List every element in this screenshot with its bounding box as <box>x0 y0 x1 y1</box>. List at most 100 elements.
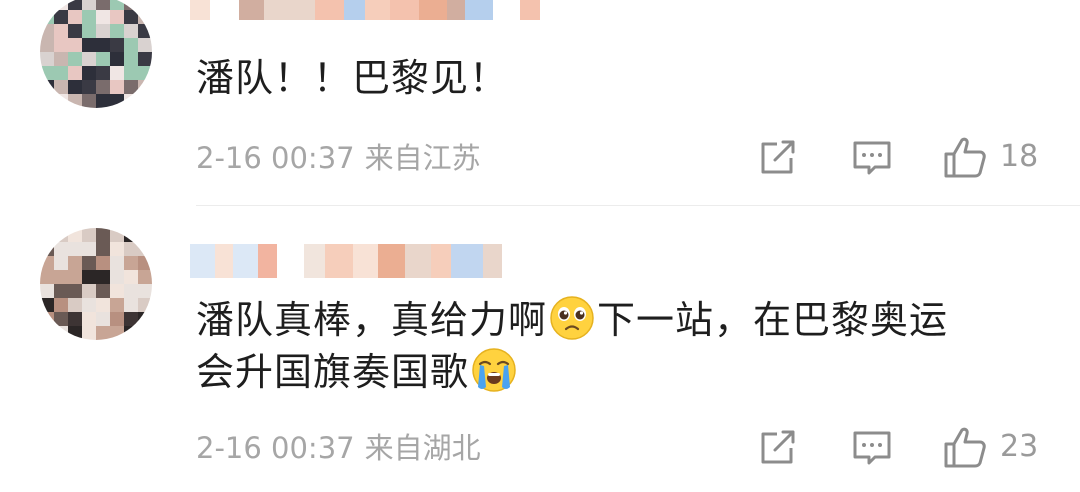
username-mosaic-cell <box>263 0 294 20</box>
avatar-mosaic-cell <box>96 38 110 52</box>
avatar-mosaic-cell <box>96 270 110 284</box>
avatar-mosaic-cell <box>124 80 138 94</box>
avatar-mosaic-cell <box>124 228 138 242</box>
comment-meta: 2-16 00:37 来自江苏 <box>196 138 491 178</box>
avatar-mosaic-cell <box>54 228 68 242</box>
avatar-mosaic-cell <box>138 94 152 108</box>
avatar-mosaic-cell <box>110 284 124 298</box>
avatar-mosaic-cell <box>110 38 124 52</box>
username-mosaic-cell <box>364 0 391 20</box>
avatar-mosaic-cell <box>110 228 124 242</box>
avatar[interactable] <box>40 228 152 340</box>
avatar-mosaic-cell <box>40 80 54 94</box>
avatar-mosaic-cell <box>110 298 124 312</box>
avatar-mosaic-cell <box>82 38 96 52</box>
avatar-mosaic-cell <box>96 10 110 24</box>
avatar-mosaic-cell <box>68 298 82 312</box>
avatar-mosaic-cell <box>110 52 124 66</box>
avatar-mosaic-cell <box>82 52 96 66</box>
avatar-mosaic-cell <box>82 312 96 326</box>
avatar-mosaic-cell <box>82 284 96 298</box>
thumbs-up-icon <box>944 137 986 178</box>
avatar-mosaic-cell <box>138 270 152 284</box>
avatar-mosaic-cell <box>54 66 68 80</box>
avatar-mosaic-cell <box>82 270 96 284</box>
username-mosaic-cell <box>293 0 315 20</box>
avatar-mosaic-cell <box>54 326 68 340</box>
avatar-mosaic-cell <box>68 284 82 298</box>
avatar-mosaic-cell <box>54 24 68 38</box>
share-button[interactable] <box>757 428 799 468</box>
like-count: 18 <box>1000 139 1039 174</box>
username-blurred[interactable] <box>190 0 540 20</box>
avatar-mosaic-cell <box>124 284 138 298</box>
avatar-mosaic-cell <box>82 228 96 242</box>
crying-face-emoji <box>472 348 516 392</box>
comment-text-part: 会升国旗奏国歌 <box>196 350 470 394</box>
avatar-mosaic-cell <box>138 0 152 10</box>
username-mosaic-cell <box>450 244 484 278</box>
reply-button[interactable] <box>851 428 893 468</box>
avatar-mosaic-cell <box>82 298 96 312</box>
avatar-mosaic-cell <box>68 270 82 284</box>
comment-text: 潘队真棒，真给力啊 下一站，在巴黎奥运 会升国旗奏国歌 <box>196 294 948 398</box>
username-mosaic-cell <box>190 244 215 278</box>
share-button[interactable] <box>757 138 799 178</box>
avatar-mosaic-cell <box>82 66 96 80</box>
avatar-mosaic-cell <box>124 94 138 108</box>
avatar-mosaic-cell <box>96 298 110 312</box>
avatar-mosaic-cell <box>124 38 138 52</box>
username-mosaic-cell <box>214 244 234 278</box>
avatar-mosaic-cell <box>138 298 152 312</box>
avatar-mosaic-cell <box>96 94 110 108</box>
avatar-mosaic-cell <box>54 256 68 270</box>
username-blurred[interactable] <box>190 244 502 278</box>
like-button[interactable]: 18 <box>942 134 1038 180</box>
avatar-mosaic-cell <box>124 256 138 270</box>
username-mosaic-cell <box>418 0 447 20</box>
avatar-mosaic-cell <box>40 242 54 256</box>
username-mosaic-cell <box>465 0 493 20</box>
avatar-mosaic-cell <box>82 256 96 270</box>
username-mosaic-cell <box>276 244 304 278</box>
avatar-mosaic-cell <box>124 0 138 10</box>
avatar-mosaic-cell <box>82 10 96 24</box>
username-mosaic-cell <box>190 0 211 20</box>
avatar[interactable] <box>40 0 152 108</box>
share-icon <box>761 430 795 464</box>
reply-button[interactable] <box>851 138 893 178</box>
avatar-mosaic-cell <box>68 326 82 340</box>
avatar-mosaic-cell <box>82 242 96 256</box>
like-count: 23 <box>1000 429 1039 464</box>
avatar-mosaic-cell <box>40 94 54 108</box>
avatar-mosaic-cell <box>54 284 68 298</box>
avatar-mosaic-cell <box>40 326 54 340</box>
avatar-mosaic-cell <box>82 326 96 340</box>
avatar-mosaic-cell <box>138 312 152 326</box>
avatar-mosaic-cell <box>68 228 82 242</box>
avatar-mosaic-cell <box>96 242 110 256</box>
avatar-mosaic-cell <box>110 326 124 340</box>
comment-date: 2-16 00:37 <box>196 141 355 175</box>
comment-meta: 2-16 00:37 来自湖北 <box>196 428 491 468</box>
avatar-mosaic-cell <box>124 270 138 284</box>
avatar-mosaic-cell <box>110 94 124 108</box>
avatar-mosaic-cell <box>82 94 96 108</box>
avatar-mosaic-cell <box>96 312 110 326</box>
username-mosaic-cell <box>344 0 365 20</box>
avatar-mosaic-cell <box>68 38 82 52</box>
comment-date: 2-16 00:37 <box>196 431 355 465</box>
avatar-mosaic-cell <box>110 10 124 24</box>
avatar-mosaic-cell <box>54 312 68 326</box>
avatar-mosaic-cell <box>54 80 68 94</box>
comment-item: 潘队真棒，真给力啊 下一站，在巴黎奥运 会升国旗奏国歌 2-16 00:37 来自… <box>0 206 1080 492</box>
username-mosaic-cell <box>303 244 326 278</box>
username-mosaic-cell <box>325 244 353 278</box>
like-button[interactable]: 23 <box>942 424 1038 470</box>
avatar-mosaic-cell <box>96 80 110 94</box>
avatar-mosaic-cell <box>96 228 110 242</box>
username-mosaic-cell <box>492 0 520 20</box>
avatar-mosaic-cell <box>54 52 68 66</box>
avatar-mosaic-cell <box>138 242 152 256</box>
avatar-mosaic-cell <box>68 242 82 256</box>
